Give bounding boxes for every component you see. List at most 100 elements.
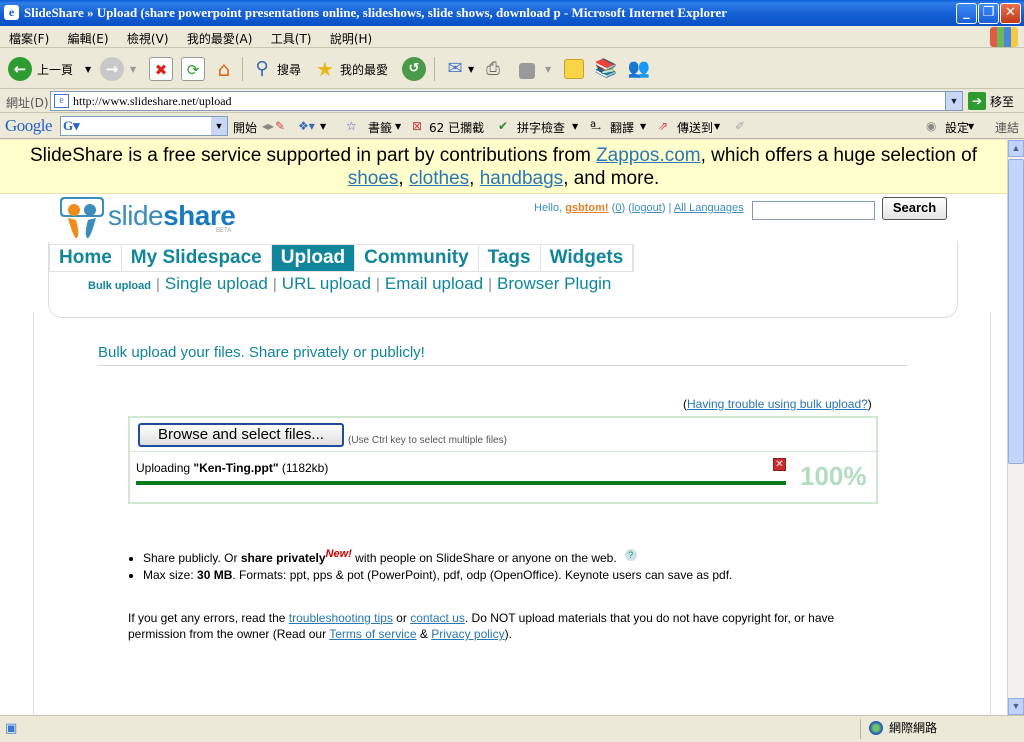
restore-button[interactable]: ❐ <box>978 3 999 24</box>
window-titlebar[interactable]: e SlideShare » Upload (share powerpoint … <box>0 0 1024 26</box>
tab-widgets[interactable]: Widgets <box>541 245 634 271</box>
close-button[interactable]: ✕ <box>1000 3 1021 24</box>
translate-icon: a͢ <box>590 119 597 130</box>
google-bookmarks-button[interactable]: 書籤 <box>368 119 392 136</box>
promo-banner: SlideShare is a free service supported i… <box>0 140 1007 194</box>
menu-file[interactable]: 檔案(F) <box>0 26 55 47</box>
clothes-link[interactable]: clothes <box>409 168 469 189</box>
page-icon: e <box>54 94 69 108</box>
menu-tools[interactable]: 工具(T) <box>262 26 318 47</box>
google-search-input[interactable]: G▾ ▼ <box>60 116 228 136</box>
edit-icon <box>519 63 535 79</box>
promo-text-prefix: SlideShare is a free service supported i… <box>30 145 597 166</box>
tab-tags[interactable]: Tags <box>479 245 541 271</box>
handbags-link[interactable]: handbags <box>480 168 563 189</box>
browse-files-button[interactable]: Browse and select files... <box>138 423 344 447</box>
subnav-single-upload[interactable]: Single upload <box>165 274 268 293</box>
tab-community[interactable]: Community <box>355 245 479 271</box>
menu-help[interactable]: 說明(H) <box>321 26 378 47</box>
translate-dropdown-icon[interactable]: ▼ <box>640 122 646 131</box>
new-badge: New! <box>325 548 352 560</box>
stop-button[interactable]: ✖ <box>149 56 173 82</box>
refresh-button[interactable]: ⟳ <box>181 56 205 82</box>
address-dropdown-icon[interactable]: ▼ <box>945 92 962 110</box>
tab-home[interactable]: Home <box>50 245 122 271</box>
go-button[interactable]: ➔ 移至 <box>968 92 1014 110</box>
address-label: 網址(D) <box>6 96 49 110</box>
cancel-upload-icon[interactable]: ✕ <box>773 458 786 471</box>
sendto-button[interactable]: 傳送到 <box>677 119 713 136</box>
favorites-button[interactable]: ★ 我的最愛 <box>313 56 388 82</box>
bookmark-star-icon: ☆ <box>346 119 357 133</box>
google-news-icon[interactable]: ✎ <box>275 119 285 133</box>
upload-row-divider <box>130 451 876 452</box>
google-search-dropdown-icon[interactable]: ▼ <box>211 117 227 135</box>
mail-button[interactable]: ✉ ▼ <box>443 56 474 82</box>
menu-favorites[interactable]: 我的最愛(A) <box>178 26 259 47</box>
scroll-down-icon[interactable]: ▼ <box>1008 698 1024 715</box>
edit-dropdown-icon[interactable]: ▼ <box>545 65 551 74</box>
mail-dropdown-icon[interactable]: ▼ <box>468 65 474 74</box>
bookmarks-dropdown-icon[interactable]: ▼ <box>395 122 401 131</box>
slideshare-logo[interactable]: slideshare BETA <box>58 194 248 240</box>
vertical-scrollbar[interactable]: ▲ ▼ <box>1007 140 1024 715</box>
popup-blocked-count[interactable]: 62 已攔截 <box>429 119 484 136</box>
troubleshooting-tips-link[interactable]: troubleshooting tips <box>289 611 393 625</box>
beta-label: BETA <box>216 228 232 234</box>
contact-us-link[interactable]: contact us <box>410 611 465 625</box>
spellcheck-button[interactable]: 拼字檢查 <box>517 119 565 136</box>
settings-dropdown-icon[interactable]: ▼ <box>968 122 974 131</box>
subnav-bulk-upload[interactable]: Bulk upload <box>88 280 151 292</box>
google-search-options-icon[interactable]: ◂▸ <box>262 119 274 133</box>
upload-progress-fill <box>136 481 786 485</box>
history-button[interactable]: ↺ <box>402 56 426 82</box>
spellcheck-dropdown-icon[interactable]: ▼ <box>572 122 578 131</box>
address-url: http://www.slideshare.net/upload <box>73 94 232 108</box>
back-button[interactable]: ← 上一頁 ▼ <box>8 56 91 82</box>
edit-button[interactable]: ▼ <box>519 56 551 82</box>
sendto-dropdown-icon[interactable]: ▼ <box>714 122 720 131</box>
messenger-button[interactable]: 👥 <box>627 56 651 82</box>
subnav-url-upload[interactable]: URL upload <box>282 274 371 293</box>
pencil-icon[interactable]: ✐ <box>735 119 745 133</box>
page-body: slideshare BETA Hello, gsbtom! (0) (logo… <box>0 194 1007 715</box>
menu-edit[interactable]: 編輯(E) <box>59 26 115 47</box>
back-dropdown-icon[interactable]: ▼ <box>85 65 91 74</box>
scroll-up-icon[interactable]: ▲ <box>1008 140 1024 157</box>
username-link[interactable]: gsbtom! <box>565 202 608 214</box>
logout-link[interactable]: logout <box>632 202 662 214</box>
browser-viewport[interactable]: SlideShare is a free service supported i… <box>0 140 1007 715</box>
subnav-email-upload[interactable]: Email upload <box>385 274 483 293</box>
google-more-dropdown-icon[interactable]: ▼ <box>320 122 326 131</box>
google-settings-button[interactable]: 設定 <box>945 119 969 136</box>
terms-of-service-link[interactable]: Terms of service <box>329 627 416 641</box>
links-label[interactable]: 連結 <box>995 119 1019 136</box>
tab-my-slidespace[interactable]: My Slidespace <box>122 245 272 271</box>
minimize-button[interactable]: _ <box>956 3 977 24</box>
privacy-policy-link[interactable]: Privacy policy <box>431 627 504 641</box>
discuss-button[interactable] <box>564 56 584 82</box>
site-search-input[interactable] <box>752 201 875 220</box>
google-start-button[interactable]: 開始 <box>233 119 257 136</box>
print-button[interactable]: ⎙ <box>481 56 505 82</box>
bulk-upload-help-link[interactable]: Having trouble using bulk upload? <box>687 397 868 411</box>
research-button[interactable]: 📚 <box>594 56 618 82</box>
all-languages-link[interactable]: All Languages <box>674 202 744 214</box>
scroll-thumb[interactable] <box>1008 159 1024 464</box>
search-toolbar-button[interactable]: ⚲ 搜尋 <box>250 56 301 82</box>
forward-dropdown-icon[interactable]: ▼ <box>130 65 136 74</box>
uploading-file-size: (1182kb) <box>278 461 329 475</box>
shoes-link[interactable]: shoes <box>348 168 399 189</box>
home-button[interactable]: ⌂ <box>212 56 236 82</box>
menu-view[interactable]: 檢視(V) <box>118 26 175 47</box>
forward-button[interactable]: → ▼ <box>100 56 136 82</box>
site-search-button[interactable]: Search <box>882 197 947 220</box>
list-item: Max size: 30 MB. Formats: ppt, pps & pot… <box>143 567 888 584</box>
address-input[interactable]: e http://www.slideshare.net/upload ▼ <box>50 91 963 111</box>
help-question-icon[interactable]: ? <box>624 549 637 561</box>
translate-button[interactable]: 翻譯 <box>610 119 634 136</box>
google-apps-icon[interactable]: ❖▾ <box>298 119 315 133</box>
tab-upload[interactable]: Upload <box>271 245 356 271</box>
subnav-browser-plugin[interactable]: Browser Plugin <box>497 274 611 293</box>
zappos-link[interactable]: Zappos.com <box>596 145 701 166</box>
